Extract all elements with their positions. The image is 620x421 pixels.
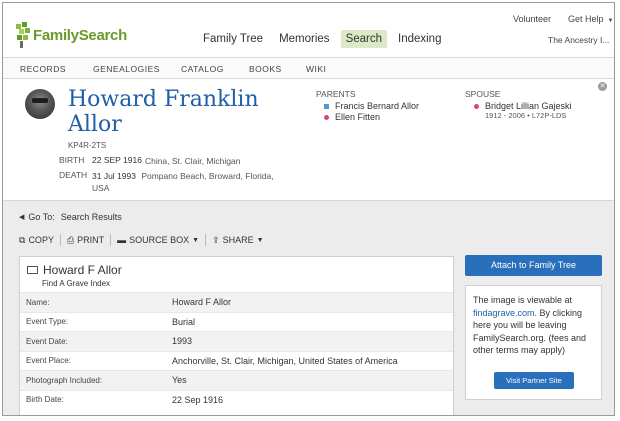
- field-label: Photograph Included:: [26, 375, 103, 385]
- copy-icon: ⧉: [19, 234, 26, 245]
- record-toolbar: ⧉ COPY ⎙ PRINT ▬ SOURCE BOX ▼ ⇪ SHARE ▼: [19, 234, 276, 246]
- tree-logo-icon: [16, 22, 30, 48]
- nav-indexing[interactable]: Indexing: [393, 30, 446, 48]
- goto-bar: ◀ Go To: Search Results: [19, 212, 122, 222]
- record-row: Event Date: 1993: [20, 331, 453, 351]
- field-value: 22 Sep 1916: [172, 394, 224, 405]
- death-row: DEATH 31 Jul 1993 Pompano Beach, Broward…: [59, 170, 282, 194]
- subnav-genealogies[interactable]: GENEALOGIES: [93, 64, 160, 74]
- chevron-down-icon: ▼: [607, 18, 614, 24]
- nav-search[interactable]: Search: [340, 30, 387, 48]
- record-title-text: Howard F Allor: [43, 263, 122, 277]
- spouse-details: 1912 - 2006 • L72P-LDS: [485, 111, 567, 120]
- get-help-label: Get Help: [568, 14, 604, 24]
- field-value: Howard F Allor: [172, 297, 232, 308]
- nav-family-tree[interactable]: Family Tree: [198, 30, 268, 48]
- subnav-records[interactable]: RECORDS: [20, 64, 66, 74]
- birth-place: China, St. Clair, Michigan: [144, 156, 241, 166]
- record-card: Howard F Allor Find A Grave Index Name: H…: [19, 256, 454, 415]
- mother-name: Ellen Fitten: [335, 112, 381, 122]
- print-label: PRINT: [77, 235, 105, 245]
- field-label: Event Type:: [26, 317, 69, 327]
- death-date: 31 Jul 1993: [92, 171, 136, 181]
- share-label: SHARE: [222, 235, 254, 245]
- field-value: Anchorville, St. Clair, Michigan, United…: [172, 355, 398, 366]
- spouse-label: SPOUSE: [465, 89, 501, 99]
- mother-link[interactable]: Ellen Fitten: [324, 112, 380, 122]
- chevron-down-icon: ▼: [192, 236, 200, 244]
- male-marker-icon: [324, 103, 329, 109]
- death-label: DEATH: [59, 170, 88, 180]
- person-id: KP4R-2TS: [68, 141, 107, 150]
- field-label: Birth Date:: [26, 395, 64, 405]
- parents-label: PARENTS: [316, 89, 356, 99]
- source-box-button[interactable]: ▬ SOURCE BOX ▼: [117, 234, 207, 246]
- subnav-wiki[interactable]: WIKI: [306, 64, 326, 74]
- death-place-block: 31 Jul 1993 Pompano Beach, Broward, Flor…: [92, 170, 282, 194]
- spouse-name: Bridget Lillian Gajeski: [485, 101, 572, 111]
- close-icon[interactable]: ✕: [598, 82, 607, 91]
- nav-memories[interactable]: Memories: [274, 30, 334, 48]
- spouse-link[interactable]: Bridget Lillian Gajeski: [474, 101, 572, 111]
- record-collection[interactable]: Find A Grave Index: [42, 279, 110, 288]
- field-value: Burial: [172, 316, 196, 327]
- familysearch-logo[interactable]: FamilySearch: [16, 22, 127, 48]
- chevron-down-icon: ▼: [256, 236, 264, 244]
- print-button[interactable]: ⎙ PRINT: [66, 234, 112, 246]
- visit-partner-site-button[interactable]: Visit Partner Site: [494, 372, 574, 389]
- birth-label: BIRTH: [59, 155, 85, 165]
- person-name-line1: Howard Franklin: [68, 87, 259, 112]
- main-nav: Family Tree Memories Search Indexing: [198, 30, 452, 48]
- subnav-catalog[interactable]: CATALOG: [181, 64, 224, 74]
- copy-button[interactable]: ⧉ COPY: [19, 234, 61, 246]
- copy-label: COPY: [28, 235, 54, 245]
- field-label: Event Place:: [26, 356, 71, 366]
- field-label: Name:: [26, 297, 50, 307]
- partner-info-box: The image is viewable at findagrave.com.…: [465, 285, 602, 400]
- page-frame: FamilySearch Volunteer Get Help ▼ Family …: [2, 2, 615, 416]
- record-row: Event Type: Burial: [20, 311, 453, 332]
- field-value: Yes: [172, 375, 187, 386]
- record-row: Event Place: Anchorville, St. Clair, Mich…: [20, 350, 453, 371]
- attach-to-family-tree-button[interactable]: Attach to Family Tree: [465, 255, 602, 276]
- female-marker-icon: [324, 114, 329, 120]
- share-button[interactable]: ⇪ SHARE ▼: [212, 234, 270, 246]
- father-name: Francis Bernard Allor: [335, 101, 420, 111]
- source-box-label: SOURCE BOX: [129, 235, 190, 245]
- record-row: Birth Date: 22 Sep 1916: [20, 389, 453, 410]
- record-title: Howard F Allor: [27, 263, 122, 277]
- record-fields: Name: Howard F Allor Event Type: Burial Ev…: [20, 292, 453, 409]
- record-row: Photograph Included: Yes: [20, 370, 453, 390]
- female-marker-icon: [474, 103, 479, 109]
- ancestry-link[interactable]: The Ancestry I...: [548, 35, 609, 45]
- field-label: Event Date:: [26, 336, 68, 346]
- father-link[interactable]: Francis Bernard Allor: [324, 101, 419, 111]
- sub-nav: RECORDS GENEALOGIES CATALOG BOOKS WIKI: [3, 57, 614, 79]
- record-icon: [27, 266, 38, 274]
- birth-row: BIRTH 22 SEP 1916 China, St. Clair, Mich…: [59, 155, 325, 167]
- avatar: [25, 89, 55, 119]
- printer-icon: ⎙: [66, 234, 75, 245]
- share-icon: ⇪: [212, 234, 220, 245]
- volunteer-link[interactable]: Volunteer: [513, 14, 551, 24]
- partner-text-before: The image is viewable at: [473, 295, 573, 305]
- subnav-books[interactable]: BOOKS: [249, 64, 282, 74]
- birth-date: 22 SEP 1916: [92, 155, 142, 165]
- findagrave-link[interactable]: findagrave.com: [473, 308, 535, 318]
- search-results-link[interactable]: Search Results: [61, 212, 122, 222]
- box-icon: ▬: [117, 235, 127, 245]
- back-arrow-icon: ◀: [19, 214, 25, 221]
- person-name-line2: Allor: [68, 112, 122, 137]
- record-row: Name: Howard F Allor: [20, 292, 453, 312]
- goto-label: Go To:: [28, 212, 55, 222]
- person-name[interactable]: Howard Franklin Allor: [68, 87, 288, 137]
- field-value: 1993: [172, 336, 193, 347]
- get-help-menu[interactable]: Get Help ▼: [568, 14, 613, 24]
- logo-text: FamilySearch: [33, 26, 127, 44]
